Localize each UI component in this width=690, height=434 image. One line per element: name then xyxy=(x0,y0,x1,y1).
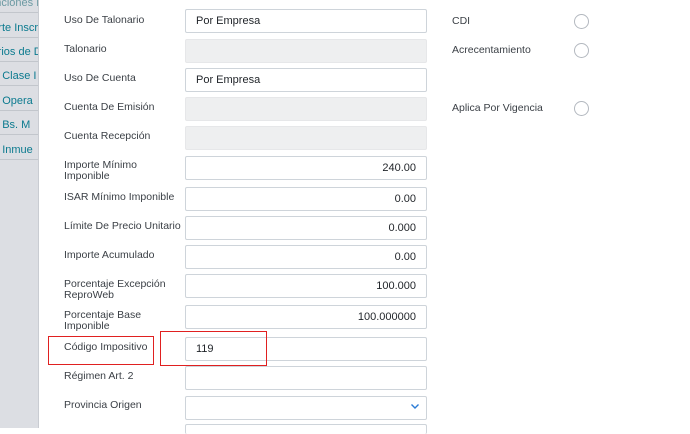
limite-precio-label: Límite De Precio Unitario xyxy=(64,220,181,232)
sidebar-item[interactable]: Retenciones Opera xyxy=(0,95,33,107)
cuenta-recepcion-label: Cuenta Recepción xyxy=(64,130,151,142)
isar-minimo-field[interactable]: 0.00 xyxy=(185,187,427,211)
talonario-field xyxy=(185,39,427,63)
sidebar-item[interactable]: Usuarios de D xyxy=(0,46,38,58)
porcentaje-excepcion-field[interactable]: 100.000 xyxy=(185,274,427,298)
porcentaje-excepcion-label-line2: ReproWeb xyxy=(64,289,114,301)
porcentaje-base-field[interactable]: 100.000000 xyxy=(185,305,427,329)
regimen-label: Régimen Art. 2 xyxy=(64,370,134,382)
cuenta-recepcion-field xyxy=(185,126,427,150)
importe-minimo-label-line2: Imponible xyxy=(64,170,110,182)
acrecentamiento-label: Acrecentamiento xyxy=(452,44,531,56)
chevron-down-icon xyxy=(411,404,419,409)
sidebar-divider xyxy=(0,85,38,86)
highlight-box-label xyxy=(48,336,154,365)
sidebar-divider xyxy=(0,37,38,38)
sidebar-divider xyxy=(0,134,38,135)
importe-minimo-label: Importe Mínimo Imponible xyxy=(64,160,137,182)
sidebar-divider xyxy=(0,12,38,13)
sidebar: Retenciones Li... Reporte Inscri Usuario… xyxy=(0,0,39,428)
sidebar-divider xyxy=(0,159,38,160)
acrecentamiento-radio[interactable] xyxy=(574,43,589,58)
provincia-origen-label: Provincia Origen xyxy=(64,399,142,411)
sidebar-item[interactable]: Retenciones Inmue xyxy=(0,144,33,156)
provincia-origen-select[interactable] xyxy=(185,396,427,420)
highlight-box-field xyxy=(160,331,267,366)
next-field[interactable] xyxy=(185,424,427,434)
aplica-vigencia-label: Aplica Por Vigencia xyxy=(452,102,543,114)
importe-acumulado-field[interactable]: 0.00 xyxy=(185,245,427,269)
talonario-label: Talonario xyxy=(64,43,107,55)
uso-cuenta-field[interactable]: Por Empresa xyxy=(185,68,427,92)
sidebar-item[interactable]: Reporte Inscri xyxy=(0,22,38,34)
porcentaje-base-label-line2: Imponible xyxy=(64,320,110,332)
cuenta-emision-field xyxy=(185,97,427,121)
uso-cuenta-label: Uso De Cuenta xyxy=(64,72,136,84)
aplica-vigencia-radio[interactable] xyxy=(574,101,589,116)
sidebar-item[interactable]: Retenciones Li... xyxy=(0,0,38,9)
cdi-radio[interactable] xyxy=(574,14,589,29)
limite-precio-field[interactable]: 0.000 xyxy=(185,216,427,240)
cdi-label: CDI xyxy=(452,15,471,27)
uso-talonario-label: Uso De Talonario xyxy=(64,14,145,26)
porcentaje-base-label: Porcentaje Base Imponible xyxy=(64,310,141,332)
sidebar-item[interactable]: Retenciones Bs. M xyxy=(0,119,30,131)
sidebar-divider xyxy=(0,61,38,62)
importe-minimo-field[interactable]: 240.00 xyxy=(185,156,427,180)
sidebar-item[interactable]: Retenciones Clase I xyxy=(0,70,36,82)
porcentaje-excepcion-label: Porcentaje Excepción ReproWeb xyxy=(64,279,166,301)
sidebar-divider xyxy=(0,110,38,111)
isar-minimo-label: ISAR Mínimo Imponible xyxy=(64,191,175,203)
importe-acumulado-label: Importe Acumulado xyxy=(64,249,155,261)
regimen-field[interactable] xyxy=(185,366,427,390)
uso-talonario-field[interactable]: Por Empresa xyxy=(185,9,427,33)
cuenta-emision-label: Cuenta De Emisión xyxy=(64,101,155,113)
